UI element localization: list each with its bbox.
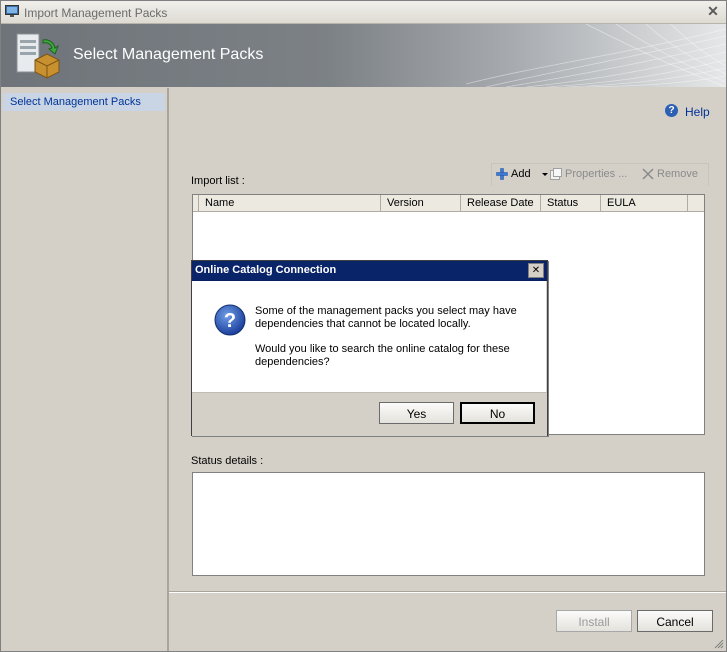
properties-icon xyxy=(550,168,562,180)
help-icon: ? xyxy=(665,104,678,117)
dialog-message-line-2: Would you like to search the online cata… xyxy=(255,343,510,368)
sidebar-item-label: Select Management Packs xyxy=(10,96,141,108)
column-header-label: Status xyxy=(547,197,579,209)
import-list-label: Import list : xyxy=(191,175,245,187)
footer-separator xyxy=(169,591,726,593)
column-header-label: Release Date xyxy=(467,197,534,209)
column-header-label: EULA xyxy=(607,197,636,209)
title-bar: Import Management Packs ✕ xyxy=(1,1,726,24)
no-button[interactable]: No xyxy=(460,402,535,424)
window-close-button[interactable]: ✕ xyxy=(705,4,721,19)
cancel-button[interactable]: Cancel xyxy=(637,610,713,632)
sidebar-item-select-management-packs[interactable]: Select Management Packs xyxy=(3,93,165,111)
dialog-message: Some of the management packs you select … xyxy=(255,305,535,381)
banner-decoration xyxy=(466,24,726,87)
question-icon: ? xyxy=(214,304,246,336)
banner-title: Select Management Packs xyxy=(73,46,264,63)
column-header-status[interactable]: Status xyxy=(541,195,601,211)
dialog-footer: Yes No xyxy=(192,392,547,436)
dialog-title-bar: Online Catalog Connection ✕ xyxy=(192,261,547,281)
help-label: Help xyxy=(685,105,710,119)
install-button[interactable]: Install xyxy=(556,610,632,632)
remove-button[interactable]: Remove xyxy=(642,168,704,182)
svg-text:?: ? xyxy=(224,310,236,332)
column-header-label: Name xyxy=(205,197,235,209)
add-label: Add xyxy=(511,168,531,180)
column-header-label: Version xyxy=(387,197,424,209)
remove-label: Remove xyxy=(657,168,698,180)
column-header-version[interactable]: Version xyxy=(381,195,461,211)
resize-grip-icon[interactable] xyxy=(713,638,724,649)
dialog-title: Online Catalog Connection xyxy=(195,264,337,276)
wizard-banner: Select Management Packs xyxy=(1,24,726,87)
add-button[interactable]: Add xyxy=(496,168,548,182)
column-header-name[interactable]: Name xyxy=(199,195,381,211)
yes-button[interactable]: Yes xyxy=(379,402,454,424)
properties-label: Properties ... xyxy=(565,168,628,180)
chevron-down-icon xyxy=(542,173,548,176)
properties-button[interactable]: Properties ... xyxy=(550,168,634,182)
column-header-eula[interactable]: EULA xyxy=(601,195,688,211)
remove-x-icon xyxy=(642,168,654,180)
online-catalog-connection-dialog: Online Catalog Connection ✕ ? Some of th… xyxy=(191,260,548,436)
wizard-sidebar: Select Management Packs xyxy=(1,88,169,651)
dialog-close-button[interactable]: ✕ xyxy=(528,263,544,278)
app-icon xyxy=(5,5,19,17)
window-title: Import Management Packs xyxy=(24,6,168,20)
dialog-body: ? Some of the management packs you selec… xyxy=(192,281,546,392)
table-header: Name Version Release Date Status EULA xyxy=(193,195,704,212)
management-pack-import-icon xyxy=(16,33,60,79)
status-details-label: Status details : xyxy=(191,455,264,467)
import-list-toolbar: Add Properties ... Remove xyxy=(491,163,709,186)
dialog-message-line-1: Some of the management packs you select … xyxy=(255,305,517,330)
column-header-release-date[interactable]: Release Date xyxy=(461,195,541,211)
status-details-box[interactable] xyxy=(192,472,705,576)
plus-icon xyxy=(496,168,508,180)
